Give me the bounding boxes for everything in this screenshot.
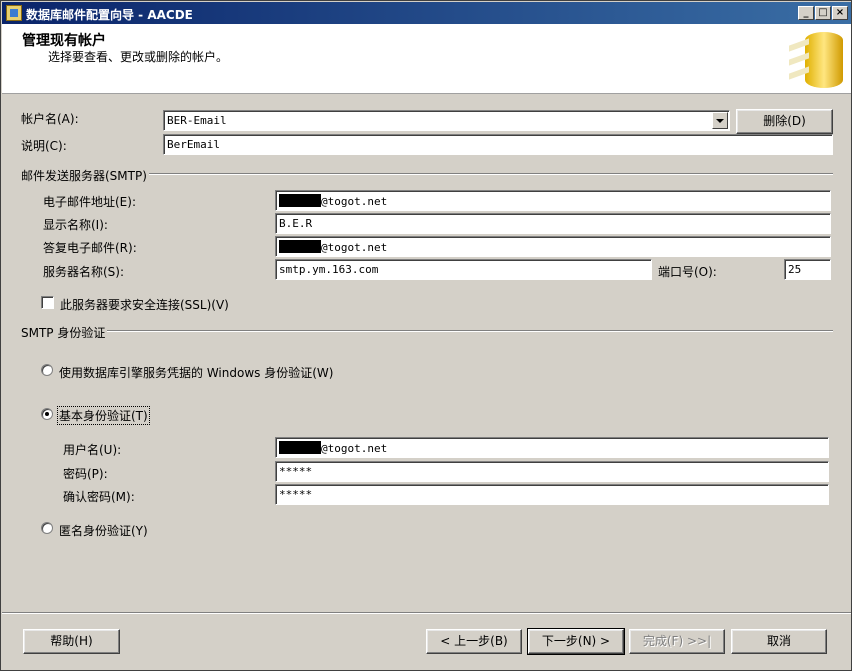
email-address-suffix: @togot.net: [321, 195, 388, 208]
redacted-block: [279, 240, 321, 253]
auth-group-label: SMTP 身份验证: [21, 326, 106, 340]
maximize-button[interactable]: □: [815, 6, 831, 20]
anonymous-auth-radio[interactable]: [41, 522, 53, 534]
ssl-label: 此服务器要求安全连接(SSL)(V): [60, 298, 229, 312]
reply-email-label: 答复电子邮件(R):: [43, 241, 137, 255]
cancel-button[interactable]: 取消: [731, 629, 827, 654]
minimize-button[interactable]: _: [798, 6, 814, 20]
redacted-block: [279, 194, 321, 207]
port-input[interactable]: 25: [784, 259, 831, 280]
server-name-input[interactable]: smtp.ym.163.com: [275, 259, 652, 280]
account-name-value: BER-Email: [167, 114, 227, 127]
account-name-label: 帐户名(A):: [21, 112, 79, 126]
windows-auth-label: 使用数据库引擎服务凭据的 Windows 身份验证(W): [59, 366, 334, 380]
email-address-label: 电子邮件地址(E):: [43, 195, 136, 209]
basic-auth-label: 基本身份验证(T): [57, 406, 150, 425]
page-subtitle: 选择要查看、更改或删除的帐户。: [48, 50, 229, 64]
username-input[interactable]: @togot.net: [275, 437, 829, 458]
description-input[interactable]: BerEmail: [163, 134, 833, 155]
delete-button[interactable]: 删除(D): [736, 109, 833, 134]
chevron-down-icon[interactable]: [712, 112, 728, 129]
app-icon: [6, 5, 22, 21]
database-mail-icon: [787, 28, 847, 90]
confirm-password-input[interactable]: *****: [275, 484, 829, 505]
auth-group-divider: [107, 330, 833, 332]
windows-auth-radio[interactable]: [41, 364, 53, 376]
email-address-input[interactable]: @togot.net: [275, 190, 831, 211]
window-title: 数据库邮件配置向导 - AACDE: [26, 8, 193, 22]
footer-divider: [2, 612, 851, 614]
server-name-label: 服务器名称(S):: [43, 265, 125, 279]
username-suffix: @togot.net: [321, 442, 388, 455]
password-label: 密码(P):: [63, 467, 108, 481]
port-label: 端口号(O):: [658, 265, 717, 279]
title-bar[interactable]: 数据库邮件配置向导 - AACDE _ □ ×: [2, 2, 851, 24]
account-name-combo[interactable]: BER-Email: [163, 110, 730, 131]
smtp-group-divider: [149, 173, 833, 175]
display-name-label: 显示名称(I):: [43, 218, 108, 232]
wizard-window: 数据库邮件配置向导 - AACDE _ □ × 管理现有帐户 选择要查看、更改或…: [0, 0, 852, 671]
wizard-header: 管理现有帐户 选择要查看、更改或删除的帐户。: [2, 24, 851, 94]
reply-email-input[interactable]: @togot.net: [275, 236, 831, 257]
confirm-password-label: 确认密码(M):: [63, 490, 135, 504]
back-button[interactable]: < 上一步(B): [426, 629, 522, 654]
password-input[interactable]: *****: [275, 461, 829, 482]
reply-email-suffix: @togot.net: [321, 241, 388, 254]
page-title: 管理现有帐户: [22, 33, 106, 49]
ssl-checkbox[interactable]: [41, 296, 54, 309]
redacted-block: [279, 441, 321, 454]
help-button[interactable]: 帮助(H): [23, 629, 120, 654]
close-button[interactable]: ×: [832, 6, 848, 20]
basic-auth-radio[interactable]: [41, 408, 53, 420]
anonymous-auth-label: 匿名身份验证(Y): [59, 524, 148, 538]
username-label: 用户名(U):: [63, 443, 122, 457]
smtp-group-label: 邮件发送服务器(SMTP): [21, 169, 147, 183]
finish-button[interactable]: 完成(F) >>|: [629, 629, 725, 654]
description-label: 说明(C):: [21, 139, 67, 153]
display-name-input[interactable]: B.E.R: [275, 213, 831, 234]
next-button[interactable]: 下一步(N) >: [527, 628, 625, 655]
